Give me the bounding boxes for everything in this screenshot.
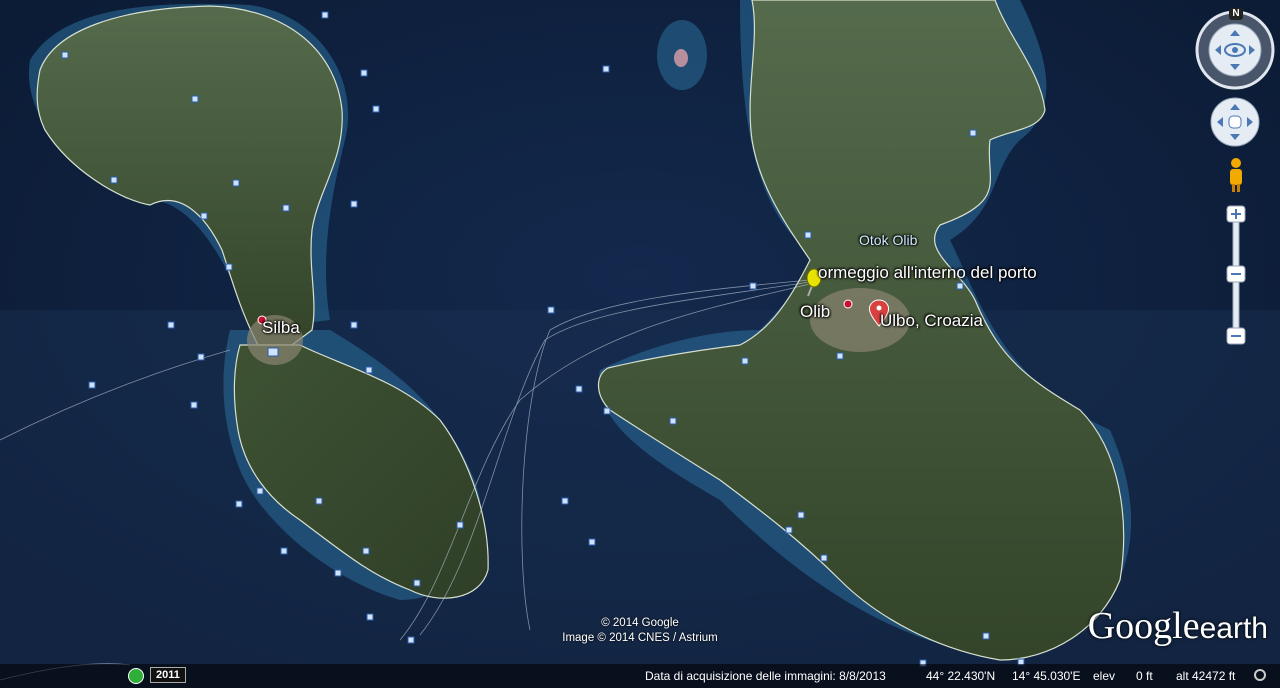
- pegman-icon[interactable]: [1230, 158, 1242, 192]
- islet: [674, 49, 688, 67]
- logo-earth: earth: [1199, 612, 1268, 645]
- silba-label[interactable]: Silba: [262, 318, 300, 338]
- imagery-date: Data di acquisizione delle immagini: 8/8…: [645, 669, 886, 683]
- search-result-label[interactable]: Ulbo, Croazia: [880, 311, 983, 331]
- historical-imagery-button[interactable]: 2011: [128, 666, 186, 685]
- logo-google: Google: [1087, 605, 1200, 647]
- eye-altitude: alt 42472 ft: [1176, 669, 1236, 683]
- streaming-indicator-icon: [1254, 669, 1266, 681]
- latitude: 44° 22.430'N: [926, 669, 996, 683]
- satellite-map[interactable]: [0, 0, 1280, 688]
- clock-icon: [128, 668, 144, 684]
- compass-ring[interactable]: [1195, 10, 1275, 90]
- olib-village-label[interactable]: Olib: [800, 302, 830, 322]
- copyright-line-2: Image © 2014 CNES / Astrium: [562, 632, 718, 644]
- timeline-year: 2011: [150, 667, 186, 683]
- island-label: Otok Olib: [859, 232, 918, 248]
- copyright-line-1: © 2014 Google: [601, 617, 679, 629]
- status-bar: 2011 Data di acquisizione delle immagini…: [0, 664, 1280, 688]
- pan-control[interactable]: [1210, 97, 1260, 147]
- google-earth-logo: Googleearth: [1088, 604, 1268, 648]
- elevation-value: 0 ft: [1136, 669, 1153, 683]
- navigation-controls: [1195, 8, 1275, 353]
- mooring-label[interactable]: ormeggio all'interno del porto: [818, 263, 1037, 283]
- zoom-slider[interactable]: [1226, 205, 1246, 345]
- longitude: 14° 45.030'E: [1012, 669, 1081, 683]
- copyright: © 2014 Google Image © 2014 CNES / Astriu…: [545, 616, 735, 646]
- olib-marker[interactable]: [843, 299, 853, 309]
- elevation-label: elev: [1093, 669, 1116, 683]
- north-indicator[interactable]: N: [1229, 8, 1243, 20]
